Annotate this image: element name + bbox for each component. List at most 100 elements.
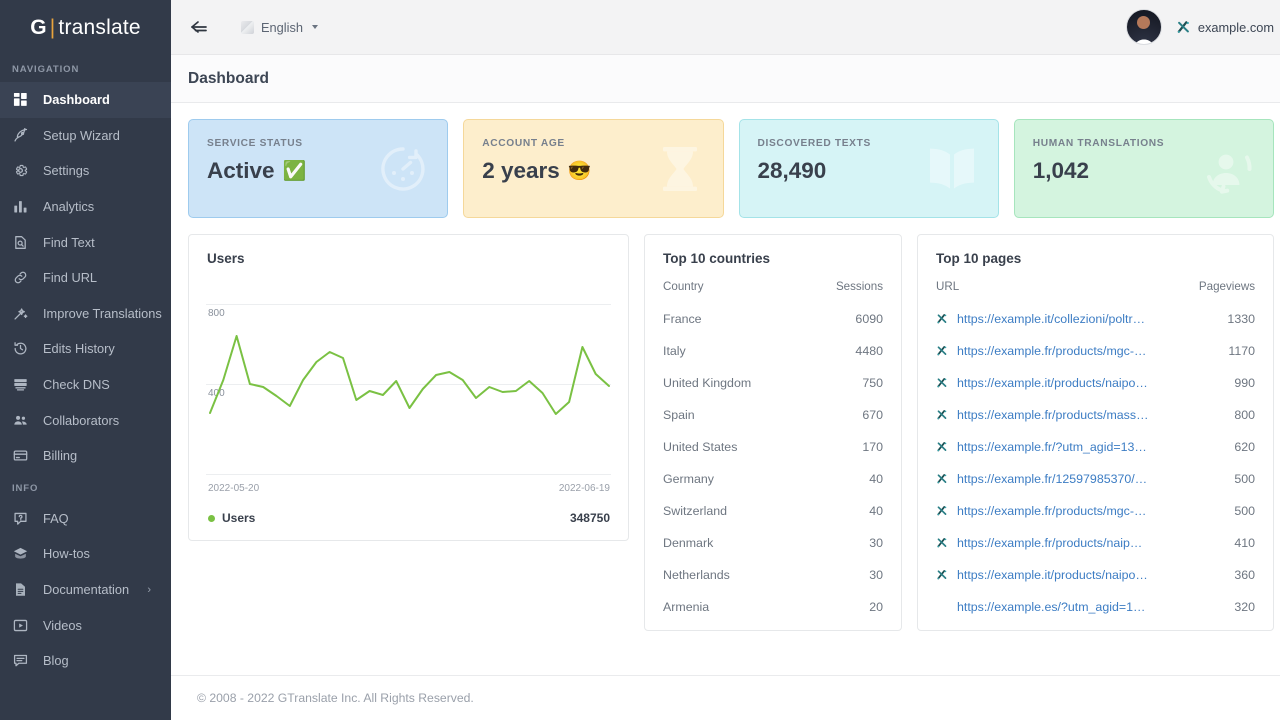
table-row: Germany40 [645,463,901,495]
column-header-country: Country [645,276,798,303]
main-area: English example.com [171,0,1280,720]
person-refresh-icon [1197,143,1255,195]
document-search-icon [13,235,35,250]
country-sessions: 40 [798,495,901,527]
gear-icon [13,163,35,178]
table-row: https://example.fr/products/mgc-a…500 [918,495,1273,527]
sidebar-item-billing[interactable]: Billing [0,438,171,474]
page-url-wrapper: https://example.fr/products/mgc-a… [936,504,1149,518]
sidebar-item-edits-history[interactable]: Edits History [0,331,171,367]
page-url-cell[interactable]: https://example.it/products/naipo-s… [918,559,1167,591]
site-name: example.com [1198,20,1274,35]
table-row: https://example.it/collezioni/poltron…13… [918,303,1273,335]
sidebar-item-label: Improve Translations [43,306,162,321]
page-url-wrapper: https://example.fr/products/mgc-a… [936,344,1149,358]
sidebar-item-how-tos[interactable]: How-tos [0,536,171,572]
sidebar-item-blog[interactable]: Blog [0,643,171,679]
brand-divider: | [50,16,56,40]
page-url-text: https://example.fr/products/mgc-a… [957,504,1149,518]
server-icon [13,377,35,392]
collapse-arrow-left-icon[interactable] [189,20,209,34]
country-sessions: 20 [798,591,901,623]
country-sessions: 30 [798,527,901,559]
page-views: 500 [1167,463,1273,495]
brand-name: translate [58,16,140,40]
page-url-cell[interactable]: https://example.fr/products/mgc-a… [918,335,1167,367]
page-url-cell[interactable]: https://example.it/products/naipo-s… [918,367,1167,399]
country-name: Italy [645,335,798,367]
sidebar-item-faq[interactable]: FAQ [0,501,171,537]
page-favicon-icon [936,537,948,549]
page-favicon-icon [936,441,948,453]
sidebar-item-analytics[interactable]: Analytics [0,189,171,225]
stat-card-human-translations: HUMAN TRANSLATIONS1,042 [1014,119,1274,218]
chart-x-labels: 2022-05-20 2022-06-19 [208,483,610,494]
page-url-cell[interactable]: https://example.fr/12597985370/di… [918,463,1167,495]
page-url-text: https://example.it/products/naipo-s… [957,376,1149,390]
page-favicon-icon [936,377,948,389]
sidebar-item-improve-translations[interactable]: Improve Translations [0,296,171,332]
column-header-sessions: Sessions [798,276,901,303]
country-sessions: 670 [798,399,901,431]
sidebar-item-collaborators[interactable]: Collaborators [0,402,171,438]
table-row: https://example.fr/12597985370/di… 500 [918,463,1273,495]
info-list: FAQHow-tosDocumentation› Videos Blog [0,501,171,679]
sidebar-item-label: Find URL [43,270,97,285]
brand-logo[interactable]: G | translate [0,0,171,55]
stat-cards: SERVICE STATUSActive✅ACCOUNT AGE2 years😎… [188,119,1274,218]
sidebar-item-find-url[interactable]: Find URL [0,260,171,296]
page-url-wrapper: https://example.fr/products/massa… [936,408,1149,422]
page-url-text: https://example.fr/12597985370/di… [957,472,1149,486]
page-views: 620 [1167,431,1273,463]
country-name: United Kingdom [645,367,798,399]
country-name: Spain [645,399,798,431]
sidebar-item-label: Edits History [43,341,115,356]
sidebar-item-find-text[interactable]: Find Text [0,224,171,260]
page-url-cell[interactable]: https://example.fr/products/mgc-a… [918,495,1167,527]
sidebar-item-dashboard[interactable]: Dashboard [0,82,171,118]
sidebar-item-label: Dashboard [43,92,110,107]
avatar[interactable] [1126,9,1162,45]
sidebar-item-settings[interactable]: Settings [0,153,171,189]
page-views: 990 [1167,367,1273,399]
countries-header-row: Country Sessions [645,276,901,303]
page-url-cell[interactable]: https://example.it/collezioni/poltron… [918,303,1167,335]
app-root: G | translate NAVIGATION Dashboard Setup … [0,0,1280,720]
sidebar-item-documentation[interactable]: Documentation› [0,572,171,608]
sidebar-item-label: Videos [43,618,82,633]
page-views: 320 [1167,591,1273,623]
sidebar-item-setup-wizard[interactable]: Setup Wizard [0,118,171,154]
sidebar-item-check-dns[interactable]: Check DNS [0,367,171,403]
sidebar-item-label: Blog [43,653,69,668]
grid-icon [13,92,35,107]
page-views: 360 [1167,559,1273,591]
country-name: Switzerland [645,495,798,527]
page-url-cell[interactable]: https://example.fr/?utm_agid=135… [918,431,1167,463]
countries-panel-title: Top 10 countries [645,235,901,276]
nav-section-heading: NAVIGATION [0,55,171,82]
chevron-down-icon [312,25,318,29]
question-bubble-icon [13,511,35,526]
page-url-cell[interactable]: https://example.fr/products/massa… [918,399,1167,431]
language-selector[interactable]: English [241,20,318,35]
country-sessions: 40 [798,463,901,495]
page-url-wrapper: https://example.fr/?utm_agid=135… [936,440,1149,454]
pages-panel-title: Top 10 pages [918,235,1273,276]
table-row: https://example.fr/products/naipo-s…410 [918,527,1273,559]
site-indicator[interactable]: example.com [1176,20,1274,35]
page-favicon-icon [936,569,948,581]
top-pages-panel: Top 10 pages URL Pageviews https://examp… [917,234,1274,631]
sidebar-item-videos[interactable]: Videos [0,607,171,643]
sidebar-item-label: Billing [43,448,77,463]
users-panel-title: Users [189,235,628,276]
page-url-wrapper: https://example.it/products/naipo-s… [936,568,1149,582]
page-url-text: https://example.fr/?utm_agid=135… [957,440,1149,454]
country-name: Denmark [645,527,798,559]
page-url-cell[interactable]: https://example.fr/products/naipo-s… [918,527,1167,559]
sidebar-item-label: Settings [43,163,89,178]
legend-color-dot [208,515,215,522]
country-name: United States [645,431,798,463]
x-label-start: 2022-05-20 [208,483,259,494]
table-row: https://example.fr/products/mgc-a…1170 [918,335,1273,367]
page-url-cell[interactable]: https://example.es/?utm_agid=132… [918,591,1167,623]
